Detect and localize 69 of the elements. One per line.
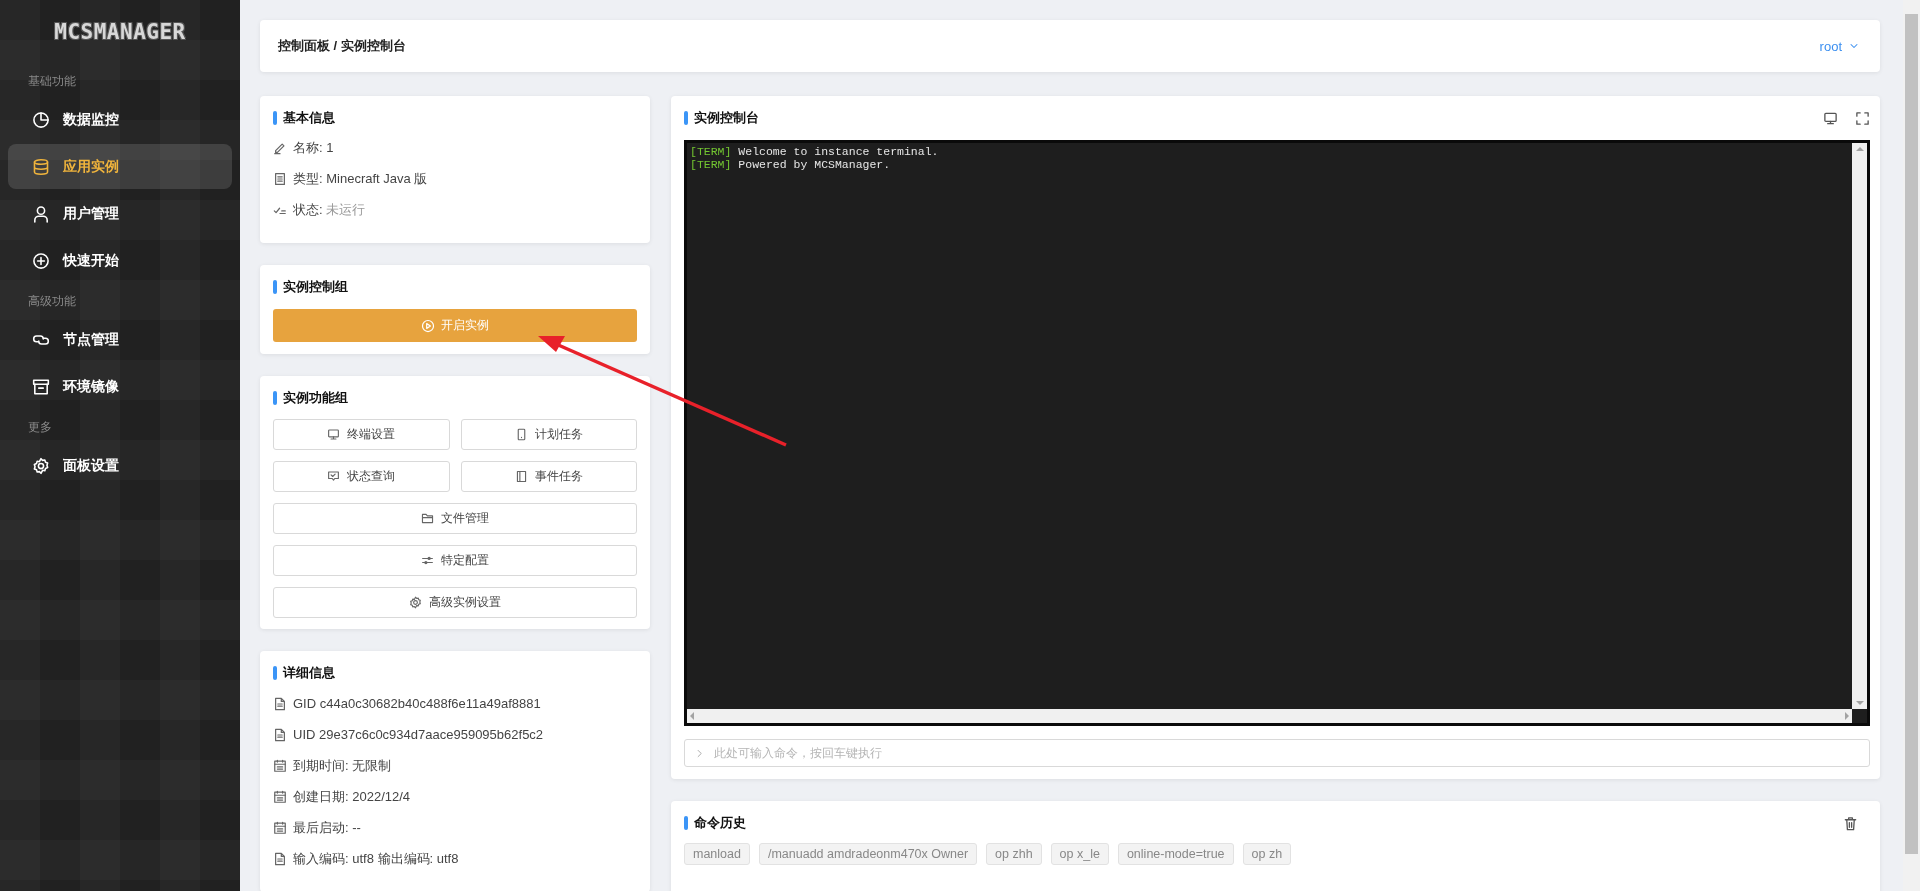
sidebar-item[interactable]: 面板设置 [8,443,232,488]
function-button[interactable]: 高级实例设置 [273,587,637,618]
trash-icon[interactable] [1843,815,1858,831]
sidebar-item[interactable]: 快速开始 [8,238,232,283]
chat-icon [327,470,341,483]
info-text: 输入编码: utf8 输出编码: utf8 [293,849,459,868]
info-text: UID 29e37c6c0c934d7aace959095b62f5c2 [293,727,544,742]
calendar-icon [273,758,287,773]
title-marker [273,280,277,294]
breadcrumb: 控制面板 / 实例控制台 [278,37,406,55]
sidebar-item[interactable]: 用户管理 [8,191,232,236]
play-icon [421,318,435,333]
user-icon [32,204,50,223]
card-title: 实例控制组 [283,278,348,296]
card-title: 实例功能组 [283,389,348,407]
monitor-icon [1823,110,1838,126]
function-button[interactable]: 计划任务 [460,419,637,450]
terminal-line: [TERM] Welcome to instance terminal. [690,145,940,158]
info-text: 到期时间: 无限制 [293,756,392,775]
status-text: 状态: 未运行 [293,200,366,219]
sidebar-item[interactable]: 节点管理 [8,317,232,362]
sidebar-item[interactable]: 环境镜像 [8,364,232,409]
pencil-icon [273,140,287,155]
function-button[interactable]: 状态查询 [273,461,450,492]
sidebar-section-title: 基础功能 [27,73,77,90]
title-marker [273,391,277,405]
book-icon [514,470,528,483]
card-title: 实例控制台 [694,109,759,127]
card-title: 详细信息 [283,664,335,682]
fullscreen-icon [1855,110,1870,126]
scrollbar[interactable] [687,709,1852,723]
sliders-icon [421,554,434,567]
title-marker [684,816,688,830]
sidebar-item[interactable]: 数据监控 [8,97,232,142]
info-text: 创建日期: 2022/12/4 [293,787,411,806]
sidebar-section-title: 更多 [27,419,53,436]
list-icon [273,171,287,186]
archive-icon [32,377,50,396]
monitor-icon [327,428,341,441]
function-button[interactable]: 文件管理 [273,503,637,534]
calendar-icon [273,789,287,804]
function-button[interactable]: 特定配置 [273,545,637,576]
card-title: 命令历史 [694,814,746,832]
chart-icon [32,110,50,129]
info-text: 名称: 1 [293,138,334,157]
file-icon [273,696,287,711]
calendar-icon [273,820,287,835]
settings-icon [32,456,50,475]
title-marker [684,111,688,125]
command-field[interactable]: 此处可输入命令，按回车键执行 [684,739,1870,767]
title-marker [273,666,277,680]
function-button[interactable]: 事件任务 [460,461,637,492]
terminal-line: [TERM] Powered by MCSManager. [690,158,892,171]
database-icon [32,157,50,176]
info-text: GID c44a0c30682b40c488f6e11a49af8881 [293,696,541,711]
file-icon [273,727,287,742]
card-title: 基本信息 [283,109,335,127]
folder-icon [421,512,434,525]
logo: MCSMANAGER [54,19,186,44]
info-text: 最后启动: -- [293,818,361,837]
function-button[interactable]: 终端设置 [273,419,450,450]
info-text: 类型: Minecraft Java 版 [293,169,428,188]
sidebar-item[interactable]: 应用实例 [8,144,232,189]
title-marker [273,111,277,125]
file-icon [273,851,287,866]
settings-icon [409,596,422,609]
sidebar-section-title: 高级功能 [27,293,77,310]
add-icon [32,251,50,270]
scrollbar[interactable] [1852,143,1867,709]
